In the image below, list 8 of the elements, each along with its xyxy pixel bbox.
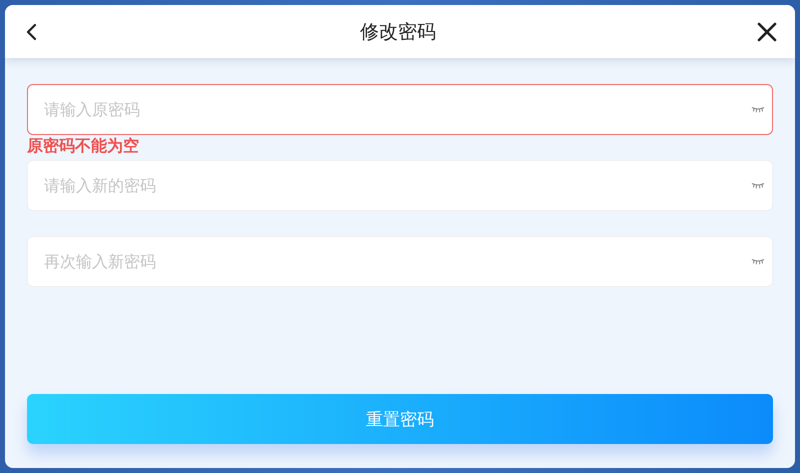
reset-password-button[interactable]: 重置密码 [27, 394, 773, 444]
dialog-title: 修改密码 [360, 20, 436, 44]
closed-eye-icon[interactable] [751, 106, 765, 113]
close-button[interactable] [755, 20, 779, 44]
closed-eye-icon[interactable] [751, 182, 765, 189]
password-field[interactable]: 请输入原密码 [27, 84, 773, 135]
error-message: 原密码不能为空 [27, 135, 139, 157]
closed-eye-icon[interactable] [751, 258, 765, 265]
